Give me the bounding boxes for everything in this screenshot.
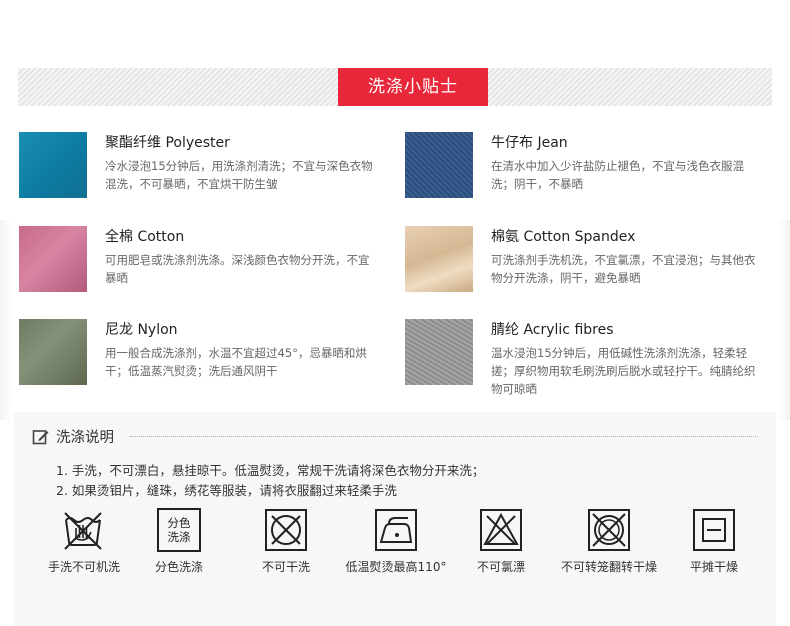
care-label: 手洗不可机洗	[47, 560, 120, 574]
fabric-name: 聚酯纤维 Polyester	[105, 135, 230, 151]
fabric-swatch	[405, 226, 473, 292]
fabric-swatch	[405, 319, 473, 385]
no-dry-clean-icon	[265, 509, 307, 551]
care-label: 不可转笼翻转干燥	[560, 560, 657, 574]
hand-wash-no-machine-icon	[64, 512, 102, 550]
side-shade-right	[778, 220, 790, 420]
flat-dry-icon	[693, 509, 735, 551]
fabric-name: 牛仔布 Jean	[491, 135, 568, 151]
separate-wash-icon-text-2: 洗涤	[167, 530, 191, 544]
fabric-swatch	[19, 319, 87, 385]
separate-wash-icon: 分色 洗涤	[157, 508, 201, 552]
low-temp-iron-icon	[375, 509, 417, 551]
fabric-name: 棉氨 Cotton Spandex	[491, 229, 636, 245]
edit-icon	[32, 429, 49, 444]
fabric-swatch	[405, 132, 473, 198]
fabric-name: 全棉 Cotton	[105, 229, 185, 245]
fabric-desc: 温水浸泡15分钟后，用低碱性洗涤剂洗涤，轻柔轻搓；厚织物用软毛刷洗刷后脱水或轻拧…	[491, 346, 756, 396]
wash-instructions-panel: 洗涤说明 1. 手洗，不可漂白，悬挂晾干。低温熨烫，常规干洗请将深色衣物分开来洗…	[14, 412, 776, 626]
care-label: 低温熨烫最高110°	[345, 560, 447, 574]
fabric-desc: 用一般合成洗涤剂，水温不宜超过45°，忌暴晒和烘干；低温蒸汽熨烫；洗后通风阴干	[105, 346, 367, 378]
care-label: 不可干洗	[261, 560, 310, 574]
separate-wash-icon-text-1: 分色	[167, 516, 191, 530]
fabric-swatch	[19, 132, 87, 198]
wash-item-1: 1. 手洗，不可漂白，悬挂晾干。低温熨烫，常规干洗请将深色衣物分开来洗；	[56, 463, 485, 478]
care-label: 平摊干燥	[689, 560, 738, 574]
wash-title: 洗涤说明	[56, 430, 114, 446]
banner-title: 洗涤小贴士	[338, 68, 488, 106]
side-shade-left	[0, 220, 12, 420]
fabric-name: 尼龙 Nylon	[105, 322, 178, 338]
no-bleach-icon	[480, 509, 522, 551]
care-label: 不可氯漂	[476, 560, 525, 574]
wash-header: 洗涤说明	[32, 426, 114, 447]
wash-item-2: 2. 如果烫钼片，缝珠，绣花等服装，请将衣服翻过来轻柔手洗	[56, 483, 397, 498]
fabric-swatch	[19, 226, 87, 292]
fabric-name: 腈纶 Acrylic fibres	[491, 322, 614, 338]
no-tumble-dry-icon	[588, 509, 630, 551]
dotted-divider	[130, 436, 758, 437]
fabric-desc: 可用肥皂或洗涤剂洗涤。深浅颜色衣物分开洗，不宜暴晒	[105, 253, 370, 285]
care-label: 分色洗涤	[154, 560, 203, 574]
fabric-desc: 在清水中加入少许盐防止褪色，不宜与浅色衣服混洗；阴干，不暴晒	[491, 159, 744, 191]
fabric-desc: 可洗涤剂手洗机洗，不宜氯漂，不宜浸泡；与其他衣物分开洗涤，阴干，避免暴晒	[491, 253, 756, 285]
section-banner: 洗涤小贴士	[18, 68, 772, 106]
fabric-desc: 冷水浸泡15分钟后，用洗涤剂清洗；不宜与深色衣物混洗，不可暴晒，不宜烘干防生皱	[105, 159, 373, 191]
